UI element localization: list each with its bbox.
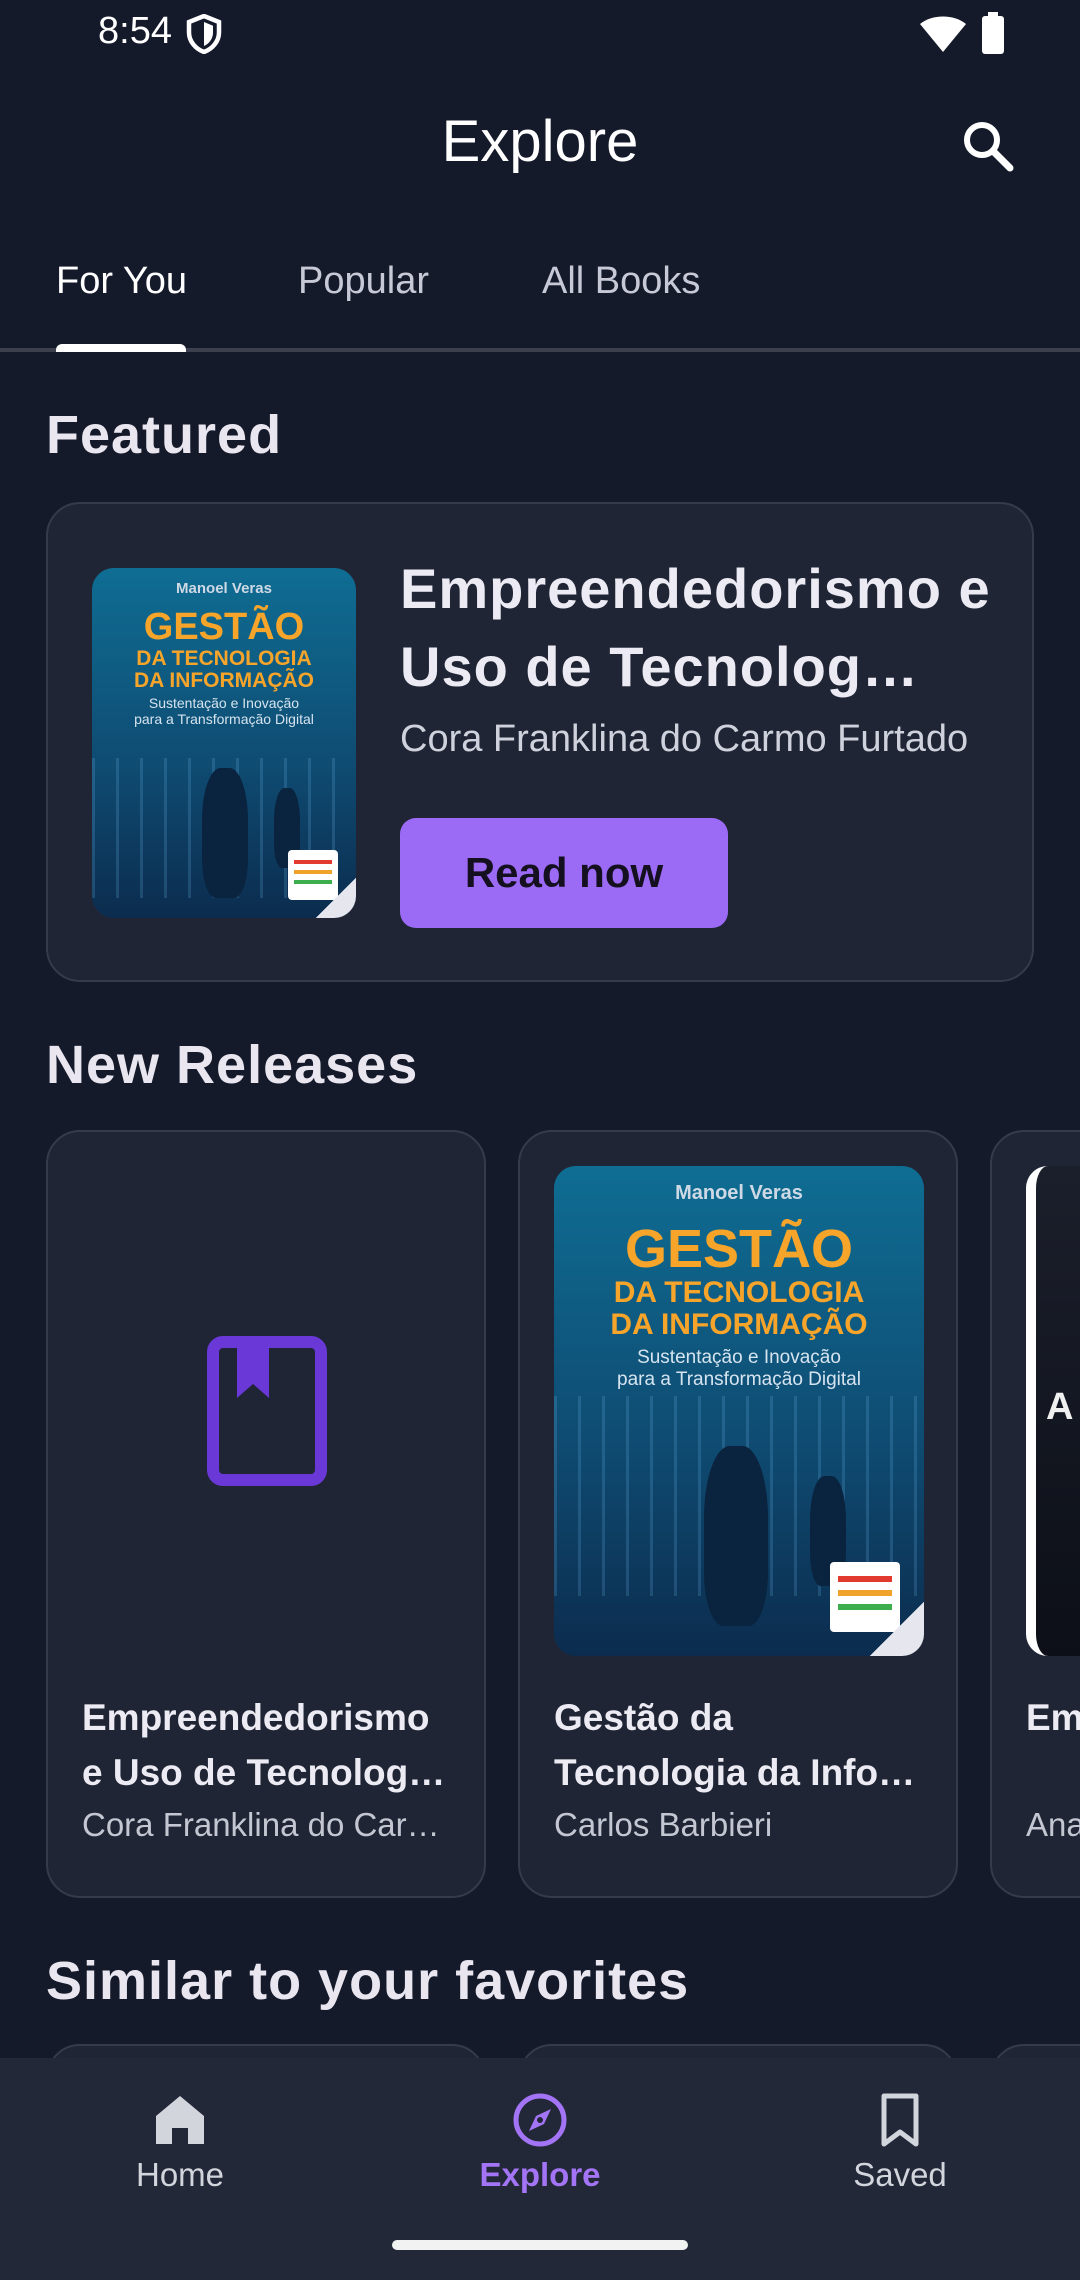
- section-title-similar: Similar to your favorites: [46, 1951, 690, 2011]
- release-title: Gestão da Tecnologia da Info…: [554, 1697, 916, 1793]
- nav-explore[interactable]: Explore: [410, 2092, 670, 2194]
- release-author: Cora Franklina do Car…: [82, 1806, 440, 1843]
- cover-subtitle-line: para a Transformação Digital: [617, 1369, 861, 1390]
- book-icon: [207, 1336, 327, 1486]
- tab-popular[interactable]: Popular: [298, 260, 429, 303]
- nav-label: Home: [135, 2156, 225, 2193]
- cover-title-line: DA INFORMAÇÃO: [133, 669, 315, 692]
- nav-home[interactable]: Home: [50, 2092, 310, 2194]
- page-curl: [316, 878, 356, 918]
- tab-indicator: [56, 344, 186, 352]
- featured-book-cover: Manoel Veras GESTÃO DA TECNOLOGIA DA INF…: [92, 568, 356, 918]
- tab-all-books[interactable]: All Books: [542, 260, 700, 303]
- cover-subtitle-line: Sustentação e Inovação: [637, 1347, 841, 1368]
- cover-placeholder: [82, 1166, 452, 1656]
- release-author: Carlos Barbieri: [554, 1806, 773, 1843]
- featured-title: Empreendedorismo e Uso de Tecnolog…: [400, 557, 991, 698]
- release-book-cover: A CO: [1026, 1166, 1080, 1656]
- cover-subtitle-line: Sustentação e Inovação: [148, 695, 300, 711]
- explore-screen: 8:54 Explore For You Popular All Books F…: [0, 0, 1080, 2280]
- status-bar: 8:54: [0, 0, 1080, 68]
- featured-card[interactable]: Manoel Veras GESTÃO DA TECNOLOGIA DA INF…: [46, 502, 1034, 982]
- cover-title-line: GESTÃO: [143, 606, 305, 648]
- page-curl: [870, 1602, 924, 1656]
- bookmark-icon: [881, 2093, 919, 2147]
- nav-saved[interactable]: Saved: [770, 2092, 1030, 2194]
- runner-silhouette: [202, 768, 248, 898]
- cover-title-line: GESTÃO: [624, 1219, 854, 1279]
- search-button[interactable]: [954, 112, 1024, 182]
- section-title-new-releases: New Releases: [46, 1035, 419, 1095]
- nav-label: Explore: [479, 2156, 601, 2193]
- cover-author: Manoel Veras: [675, 1182, 803, 1204]
- home-icon: [156, 2096, 204, 2144]
- release-author: Ana: [1026, 1806, 1080, 1843]
- featured-author: Cora Franklina do Carmo Furtado: [400, 718, 969, 760]
- home-indicator[interactable]: [392, 2240, 688, 2250]
- tab-bar: For You Popular All Books: [0, 240, 1080, 352]
- wifi-icon: [920, 16, 966, 52]
- cover-title-line: DA TECNOLOGIA: [136, 647, 312, 670]
- nav-label: Saved: [853, 2156, 947, 2193]
- cover-title-line: DA INFORMAÇÃO: [610, 1308, 868, 1341]
- release-title: Em Tec: [1026, 1697, 1080, 1738]
- top-app-bar: Explore: [0, 90, 1080, 190]
- cover-author: Manoel Veras: [176, 580, 272, 597]
- release-card[interactable]: A CO Em Tec Ana: [990, 1130, 1080, 1898]
- tab-for-you[interactable]: For You: [56, 260, 187, 303]
- compass-icon: [513, 2093, 567, 2147]
- search-icon: [964, 122, 1014, 172]
- cover-subtitle-line: para a Transformação Digital: [134, 711, 314, 727]
- page-title: Explore: [441, 109, 639, 174]
- runner-silhouette: [704, 1446, 768, 1626]
- release-book-cover: Manoel Veras GESTÃO DA TECNOLOGIA DA INF…: [554, 1166, 924, 1656]
- release-card[interactable]: Manoel Veras GESTÃO DA TECNOLOGIA DA INF…: [518, 1130, 958, 1898]
- read-now-button[interactable]: Read now: [400, 818, 728, 928]
- cover-text: A CO: [1046, 1386, 1080, 1428]
- section-title-featured: Featured: [46, 405, 283, 465]
- release-card[interactable]: Empreendedorismo e Uso de Tecnolog… Cora…: [46, 1130, 486, 1898]
- status-time: 8:54: [98, 10, 172, 52]
- cover-title-line: DA TECNOLOGIA: [613, 1276, 865, 1309]
- shield-icon: [186, 14, 222, 54]
- release-title: Empreendedorismo e Uso de Tecnolog…: [82, 1697, 446, 1793]
- battery-icon: [982, 12, 1004, 54]
